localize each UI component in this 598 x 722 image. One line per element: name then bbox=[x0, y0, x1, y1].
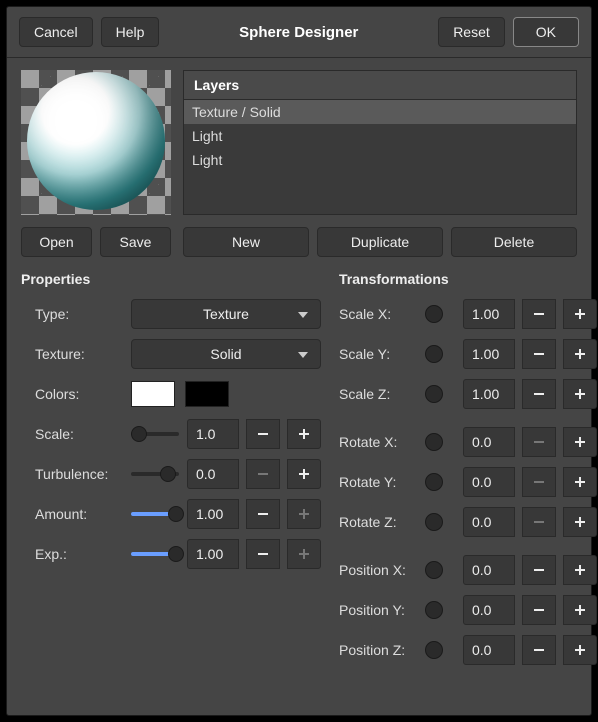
scalex-decrement[interactable] bbox=[522, 299, 556, 329]
layers-header: Layers bbox=[184, 71, 576, 100]
scalez-input[interactable]: 1.00 bbox=[463, 379, 515, 409]
exp-input[interactable]: 1.00 bbox=[187, 539, 239, 569]
colors-label: Colors: bbox=[35, 386, 123, 402]
roty-radio[interactable] bbox=[425, 473, 443, 491]
exp-slider[interactable] bbox=[131, 545, 179, 563]
reset-button[interactable]: Reset bbox=[438, 17, 505, 47]
posz-radio[interactable] bbox=[425, 641, 443, 659]
posy-increment[interactable] bbox=[563, 595, 597, 625]
exp-decrement[interactable] bbox=[246, 539, 280, 569]
posx-input[interactable]: 0.0 bbox=[463, 555, 515, 585]
layers-panel: Layers Texture / SolidLightLight bbox=[183, 70, 577, 215]
exp-increment bbox=[287, 539, 321, 569]
scaley-input[interactable]: 1.00 bbox=[463, 339, 515, 369]
scale-label: Scale: bbox=[35, 426, 123, 442]
delete-button[interactable]: Delete bbox=[451, 227, 577, 257]
cancel-button[interactable]: Cancel bbox=[19, 17, 93, 47]
posy-decrement[interactable] bbox=[522, 595, 556, 625]
scaley-radio[interactable] bbox=[425, 345, 443, 363]
turbulence-input[interactable]: 0.0 bbox=[187, 459, 239, 489]
rotz-decrement bbox=[522, 507, 556, 537]
posz-label: Position Z: bbox=[339, 642, 417, 658]
layers-list: Texture / SolidLightLight bbox=[184, 100, 576, 214]
rotz-label: Rotate Z: bbox=[339, 514, 417, 530]
rotx-input[interactable]: 0.0 bbox=[463, 427, 515, 457]
turbulence-increment[interactable] bbox=[287, 459, 321, 489]
scalez-decrement[interactable] bbox=[522, 379, 556, 409]
rotz-radio[interactable] bbox=[425, 513, 443, 531]
sphere-render bbox=[27, 72, 165, 210]
duplicate-button[interactable]: Duplicate bbox=[317, 227, 443, 257]
dialog-title: Sphere Designer bbox=[167, 24, 430, 41]
texture-value: Solid bbox=[210, 346, 241, 362]
posx-label: Position X: bbox=[339, 562, 417, 578]
posz-increment[interactable] bbox=[563, 635, 597, 665]
properties-title: Properties bbox=[21, 271, 321, 287]
type-combo[interactable]: Texture bbox=[131, 299, 321, 329]
amount-increment bbox=[287, 499, 321, 529]
exp-label: Exp.: bbox=[35, 546, 123, 562]
scalex-input[interactable]: 1.00 bbox=[463, 299, 515, 329]
color-1-swatch[interactable] bbox=[131, 381, 175, 407]
posx-decrement[interactable] bbox=[522, 555, 556, 585]
layer-item[interactable]: Texture / Solid bbox=[184, 100, 576, 124]
turbulence-label: Turbulence: bbox=[35, 466, 123, 482]
roty-input[interactable]: 0.0 bbox=[463, 467, 515, 497]
scalex-radio[interactable] bbox=[425, 305, 443, 323]
posy-input[interactable]: 0.0 bbox=[463, 595, 515, 625]
turbulence-decrement bbox=[246, 459, 280, 489]
amount-input[interactable]: 1.00 bbox=[187, 499, 239, 529]
layer-item[interactable]: Light bbox=[184, 124, 576, 148]
amount-label: Amount: bbox=[35, 506, 123, 522]
scale-input[interactable]: 1.0 bbox=[187, 419, 239, 449]
type-label: Type: bbox=[35, 306, 123, 322]
rotx-increment[interactable] bbox=[563, 427, 597, 457]
scalez-increment[interactable] bbox=[563, 379, 597, 409]
rotx-radio[interactable] bbox=[425, 433, 443, 451]
posy-radio[interactable] bbox=[425, 601, 443, 619]
new-button[interactable]: New bbox=[183, 227, 309, 257]
transformations-title: Transformations bbox=[339, 271, 597, 287]
scalex-increment[interactable] bbox=[563, 299, 597, 329]
color-2-swatch[interactable] bbox=[185, 381, 229, 407]
posz-input[interactable]: 0.0 bbox=[463, 635, 515, 665]
sphere-preview bbox=[21, 70, 171, 215]
scalez-label: Scale Z: bbox=[339, 386, 417, 402]
help-button[interactable]: Help bbox=[101, 17, 160, 47]
rotz-increment[interactable] bbox=[563, 507, 597, 537]
dialog-window: Cancel Help Sphere Designer Reset OK Lay… bbox=[6, 6, 592, 716]
properties-section: Properties Type: Texture Texture: Solid … bbox=[21, 271, 321, 673]
scale-slider[interactable] bbox=[131, 425, 179, 443]
open-button[interactable]: Open bbox=[21, 227, 92, 257]
texture-label: Texture: bbox=[35, 346, 123, 362]
transformations-section: Transformations Scale X: 1.00 Scale Y: 1.00… bbox=[339, 271, 597, 673]
texture-combo[interactable]: Solid bbox=[131, 339, 321, 369]
rotx-decrement bbox=[522, 427, 556, 457]
titlebar: Cancel Help Sphere Designer Reset OK bbox=[7, 7, 591, 58]
save-button[interactable]: Save bbox=[100, 227, 171, 257]
posy-label: Position Y: bbox=[339, 602, 417, 618]
scaley-decrement[interactable] bbox=[522, 339, 556, 369]
layer-item[interactable]: Light bbox=[184, 148, 576, 172]
turbulence-slider[interactable] bbox=[131, 465, 179, 483]
rotx-label: Rotate X: bbox=[339, 434, 417, 450]
posx-increment[interactable] bbox=[563, 555, 597, 585]
scaley-label: Scale Y: bbox=[339, 346, 417, 362]
scalez-radio[interactable] bbox=[425, 385, 443, 403]
scale-decrement[interactable] bbox=[246, 419, 280, 449]
roty-label: Rotate Y: bbox=[339, 474, 417, 490]
amount-slider[interactable] bbox=[131, 505, 179, 523]
scale-increment[interactable] bbox=[287, 419, 321, 449]
scalex-label: Scale X: bbox=[339, 306, 417, 322]
ok-button[interactable]: OK bbox=[513, 17, 579, 47]
posx-radio[interactable] bbox=[425, 561, 443, 579]
scaley-increment[interactable] bbox=[563, 339, 597, 369]
amount-decrement[interactable] bbox=[246, 499, 280, 529]
type-value: Texture bbox=[203, 306, 249, 322]
posz-decrement[interactable] bbox=[522, 635, 556, 665]
roty-decrement bbox=[522, 467, 556, 497]
roty-increment[interactable] bbox=[563, 467, 597, 497]
rotz-input[interactable]: 0.0 bbox=[463, 507, 515, 537]
